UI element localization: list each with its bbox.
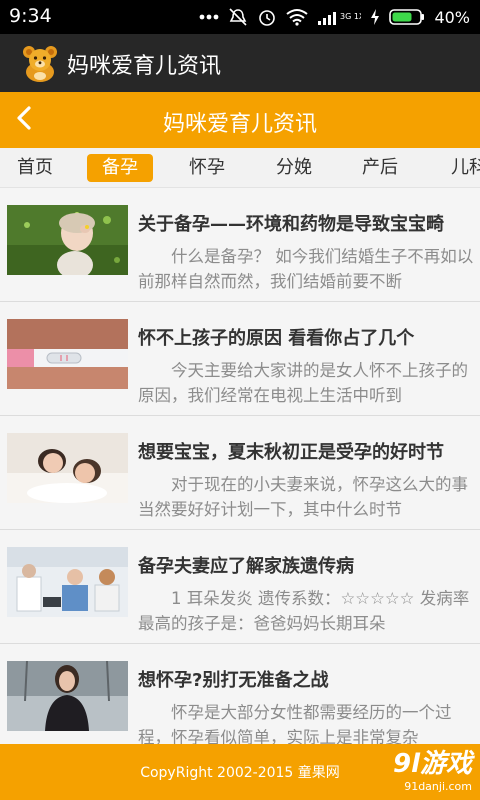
article-item[interactable]: 备孕夫妻应了解家族遗传病 1 耳朵发炎 遗传系数：☆☆☆☆☆ 发病率最高的孩子是… — [0, 530, 480, 644]
article-item[interactable]: 想怀孕?别打无准备之战 怀孕是大部分女性都需要经历的一个过程，怀孕看似简单，实际… — [0, 644, 480, 744]
article-item[interactable]: 想要宝宝，夏末秋初正是受孕的好时节 对于现在的小夫妻来说，怀孕这么大的事当然要好… — [0, 416, 480, 530]
article-thumbnail — [7, 661, 128, 731]
article-thumbnail — [7, 205, 128, 275]
watermark-main: 9l游戏 — [392, 749, 472, 779]
article-summary: 对于现在的小夫妻来说，怀孕这么大的事当然要好好计划一下，其中什么时节 — [138, 475, 468, 519]
alarm-icon — [257, 7, 277, 27]
article-title: 怀不上孩子的原因 看看你占了几个 — [138, 328, 415, 349]
article-item[interactable]: 怀不上孩子的原因 看看你占了几个 今天主要给大家讲的是女人怀不上孩子的原因，我们… — [0, 302, 480, 416]
tab-postpartum[interactable]: 产后 — [351, 154, 409, 182]
status-icons: 3G 1X 40% — [199, 0, 470, 34]
teddy-bear-icon — [20, 43, 60, 83]
article-title: 关于备孕——环境和药物是导致宝宝畸 — [138, 214, 444, 235]
page-header: 妈咪爱育儿资讯 — [0, 92, 480, 148]
article-list: 关于备孕——环境和药物是导致宝宝畸 什么是备孕？ 如今我们结婚生子不再如以前那样… — [0, 188, 480, 744]
charging-icon — [370, 8, 380, 26]
watermark-logo: 9l游戏 91danji.com — [393, 748, 472, 794]
article-title: 备孕夫妻应了解家族遗传病 — [138, 556, 354, 577]
article-summary: 1 耳朵发炎 遗传系数：☆☆☆☆☆ 发病率最高的孩子是：爸爸妈妈长期耳朵 — [138, 589, 470, 633]
tab-pediatrics[interactable]: 儿科 — [440, 154, 480, 182]
wifi-icon — [286, 8, 309, 26]
mute-icon — [228, 7, 248, 27]
article-thumbnail — [7, 319, 128, 389]
tab-childbirth[interactable]: 分娩 — [265, 154, 323, 182]
status-bar: 9:34 3G 1X 40% — [0, 0, 480, 34]
article-summary: 什么是备孕？ 如今我们结婚生子不再如以前那样自然而然，我们结婚前要不断 — [138, 247, 474, 291]
signal-icon: 3G 1X — [317, 7, 361, 27]
article-summary: 怀孕是大部分女性都需要经历的一个过程，怀孕看似简单，实际上是非常复杂 — [138, 703, 452, 744]
article-thumbnail — [7, 433, 128, 503]
watermark-sub: 91danji.com — [404, 780, 472, 793]
article-summary: 今天主要给大家讲的是女人怀不上孩子的原因，我们经常在电视上生活中听到 — [138, 361, 468, 405]
article-title: 想怀孕?别打无准备之战 — [138, 670, 329, 691]
app-bar: 妈咪爱育儿资讯 — [0, 34, 480, 92]
more-dots-icon — [199, 14, 219, 20]
battery-percent: 40% — [434, 7, 470, 27]
status-time: 9:34 — [9, 5, 52, 27]
tab-pregnancy-prep[interactable]: 备孕 — [87, 154, 153, 182]
footer: CopyRight 2002-2015 童果网 9l游戏 91danji.com — [0, 744, 480, 800]
tab-home[interactable]: 首页 — [6, 154, 64, 182]
tab-pregnancy[interactable]: 怀孕 — [178, 154, 236, 182]
app-title: 妈咪爱育儿资讯 — [67, 54, 222, 79]
article-item[interactable]: 关于备孕——环境和药物是导致宝宝畸 什么是备孕？ 如今我们结婚生子不再如以前那样… — [0, 188, 480, 302]
article-title: 想要宝宝，夏末秋初正是受孕的好时节 — [138, 442, 444, 463]
page-title: 妈咪爱育儿资讯 — [162, 112, 317, 137]
article-thumbnail — [7, 547, 128, 617]
category-tab-bar: 首页 备孕 怀孕 分娩 产后 儿科 — [0, 148, 480, 188]
network-type-label: 3G 1X — [340, 12, 361, 21]
battery-icon — [389, 8, 425, 26]
